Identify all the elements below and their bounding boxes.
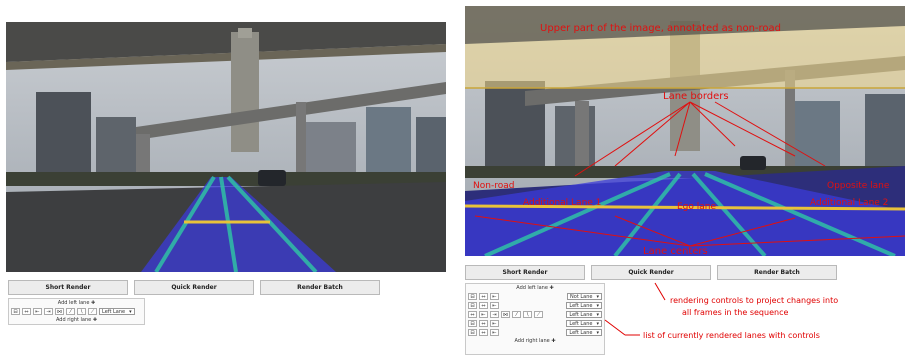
- left-panel: Short Render Quick Render Render Batch A…: [0, 0, 452, 354]
- lane-list: Add left lane ✚ ⊟ ⇔ ⇤ ⇥ ⋈ ⁄ ∖ ⟋ Left Lan…: [8, 298, 145, 325]
- delete-lane-icon[interactable]: ⊟: [11, 308, 20, 315]
- road-photo: [6, 22, 446, 272]
- rendering-note-line-2: all frames in the sequence: [682, 308, 789, 317]
- plus-icon: ✚: [91, 300, 96, 306]
- lane-type-select[interactable]: Left Lane ▾: [99, 308, 135, 315]
- right-panel: Upper part of the image, annotated as no…: [460, 0, 905, 355]
- caret-down-icon: ▾: [129, 308, 132, 315]
- short-render-button[interactable]: Short Render: [8, 280, 128, 295]
- tilt-icon[interactable]: ⟋: [88, 308, 97, 315]
- plus-icon: ✚: [92, 317, 98, 323]
- shift-left-icon[interactable]: ⇤: [33, 308, 42, 315]
- quick-render-button[interactable]: Quick Render: [134, 280, 254, 295]
- tilt-left-icon[interactable]: ⁄: [66, 308, 75, 315]
- tilt-right-icon[interactable]: ∖: [77, 308, 86, 315]
- lane-row: ⊟ ⇔ ⇤ ⇥ ⋈ ⁄ ∖ ⟋ Left Lane ▾: [9, 307, 144, 316]
- shift-both-icon[interactable]: ⇔: [22, 308, 31, 315]
- narrow-icon[interactable]: ⋈: [55, 308, 64, 315]
- shift-right-icon[interactable]: ⇥: [44, 308, 53, 315]
- render-controls: Short Render Quick Render Render Batch: [8, 280, 380, 295]
- render-batch-button[interactable]: Render Batch: [260, 280, 380, 295]
- add-right-lane[interactable]: Add right lane ✚: [9, 316, 144, 324]
- lanes-note: list of currently rendered lanes with co…: [643, 331, 820, 340]
- rendering-note-line-1: rendering controls to project changes in…: [670, 296, 839, 305]
- add-left-lane[interactable]: Add left lane ✚: [9, 299, 144, 307]
